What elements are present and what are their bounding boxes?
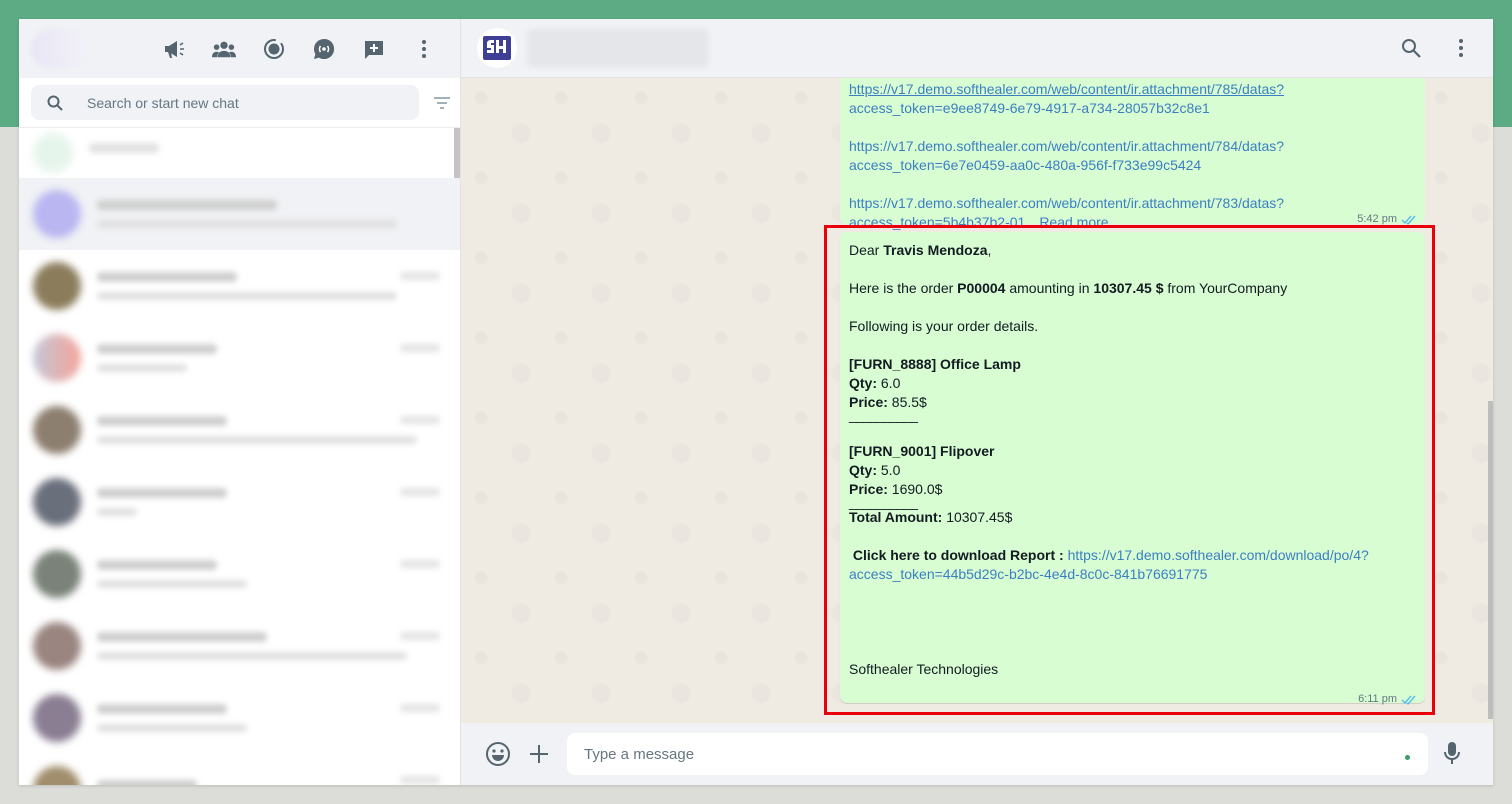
- order-item-1-name: [FURN_8888] Office Lamp: [849, 356, 1021, 372]
- list-item[interactable]: [19, 128, 460, 178]
- channels-icon[interactable]: [312, 37, 336, 61]
- status-icon[interactable]: [262, 37, 286, 61]
- list-item[interactable]: [19, 322, 460, 394]
- softhealer-logo-icon: [483, 36, 511, 60]
- search-box: [31, 85, 419, 120]
- emoji-icon[interactable]: [485, 741, 511, 767]
- filter-icon[interactable]: [430, 91, 454, 115]
- search-icon[interactable]: [1399, 36, 1423, 60]
- microphone-icon[interactable]: [1444, 741, 1460, 770]
- order-item-2-name: [FURN_9001] Flipover: [849, 443, 995, 459]
- conversation-scrollbar[interactable]: [1488, 401, 1493, 719]
- list-item[interactable]: [19, 610, 460, 682]
- search-icon: [47, 95, 63, 111]
- read-more-link[interactable]: Read more: [1039, 214, 1108, 230]
- message-input[interactable]: [567, 733, 1428, 775]
- signature: Softhealer Technologies: [849, 661, 999, 677]
- avatar: [33, 478, 81, 526]
- avatar: [33, 133, 73, 173]
- message-meta: 5:42 pm: [1357, 210, 1417, 229]
- list-item[interactable]: [19, 466, 460, 538]
- list-item[interactable]: [19, 682, 460, 754]
- whatsapp-web-window: https://v17.demo.softhealer.com/web/cont…: [19, 19, 1493, 785]
- order-item-1-qty: Qty: 6.0: [849, 375, 901, 391]
- total-line: Total Amount: 10307.45$: [849, 509, 1013, 525]
- search-row: [19, 78, 460, 128]
- order-line: Here is the order P00004 amounting in 10…: [849, 280, 1288, 296]
- avatar: [33, 550, 81, 598]
- new-chat-icon[interactable]: [362, 37, 386, 61]
- greeting-line: Dear Travis Mendoza,: [849, 242, 992, 258]
- message-bubble-order: Dear Travis Mendoza, Here is the order P…: [840, 232, 1425, 705]
- avatar: [33, 694, 81, 742]
- double-check-icon: [1401, 695, 1416, 705]
- avatar: [33, 334, 81, 382]
- attach-plus-icon[interactable]: [526, 741, 552, 767]
- download-line: Click here to download Report : https://…: [849, 547, 1369, 582]
- message-time: 5:42 pm: [1357, 213, 1397, 225]
- avatar: [33, 766, 81, 785]
- double-check-icon: [1401, 215, 1416, 225]
- attachment-link-785[interactable]: https://v17.demo.softhealer.com/web/cont…: [849, 81, 1284, 116]
- contact-avatar[interactable]: [477, 28, 517, 68]
- message-meta: 6:11 pm: [1358, 690, 1417, 709]
- attachment-link-784[interactable]: https://v17.demo.softhealer.com/web/cont…: [849, 138, 1284, 173]
- avatar: [33, 262, 81, 310]
- sidebar: [19, 19, 461, 785]
- menu-icon[interactable]: [1449, 36, 1473, 60]
- details-intro: Following is your order details.: [849, 318, 1039, 334]
- contact-name[interactable]: [527, 29, 709, 67]
- message-list: https://v17.demo.softhealer.com/web/cont…: [461, 78, 1493, 723]
- conversation-panel: https://v17.demo.softhealer.com/web/cont…: [461, 19, 1493, 785]
- sidebar-header: [19, 19, 460, 78]
- list-item[interactable]: [19, 754, 460, 785]
- list-item[interactable]: [19, 394, 460, 466]
- separator: __________: [849, 407, 918, 423]
- menu-icon[interactable]: [412, 37, 436, 61]
- avatar: [33, 406, 81, 454]
- community-icon[interactable]: [212, 37, 236, 61]
- message-bubble-previous: https://v17.demo.softhealer.com/web/cont…: [840, 78, 1425, 230]
- status-dot: [1405, 755, 1410, 760]
- search-input[interactable]: [87, 94, 387, 111]
- sidebar-header-icons: [162, 19, 436, 78]
- message-time: 6:11 pm: [1358, 693, 1397, 705]
- list-item[interactable]: [19, 178, 460, 250]
- list-item[interactable]: [19, 250, 460, 322]
- megaphone-icon[interactable]: [162, 37, 186, 61]
- chat-list: [19, 128, 460, 785]
- avatar: [33, 190, 81, 238]
- list-item[interactable]: [19, 538, 460, 610]
- order-item-2-qty: Qty: 5.0: [849, 462, 901, 478]
- composer: [461, 723, 1493, 785]
- avatar[interactable]: [31, 28, 87, 69]
- conversation-header: [461, 19, 1493, 78]
- avatar: [33, 622, 81, 670]
- ellipsis: …: [1025, 214, 1040, 230]
